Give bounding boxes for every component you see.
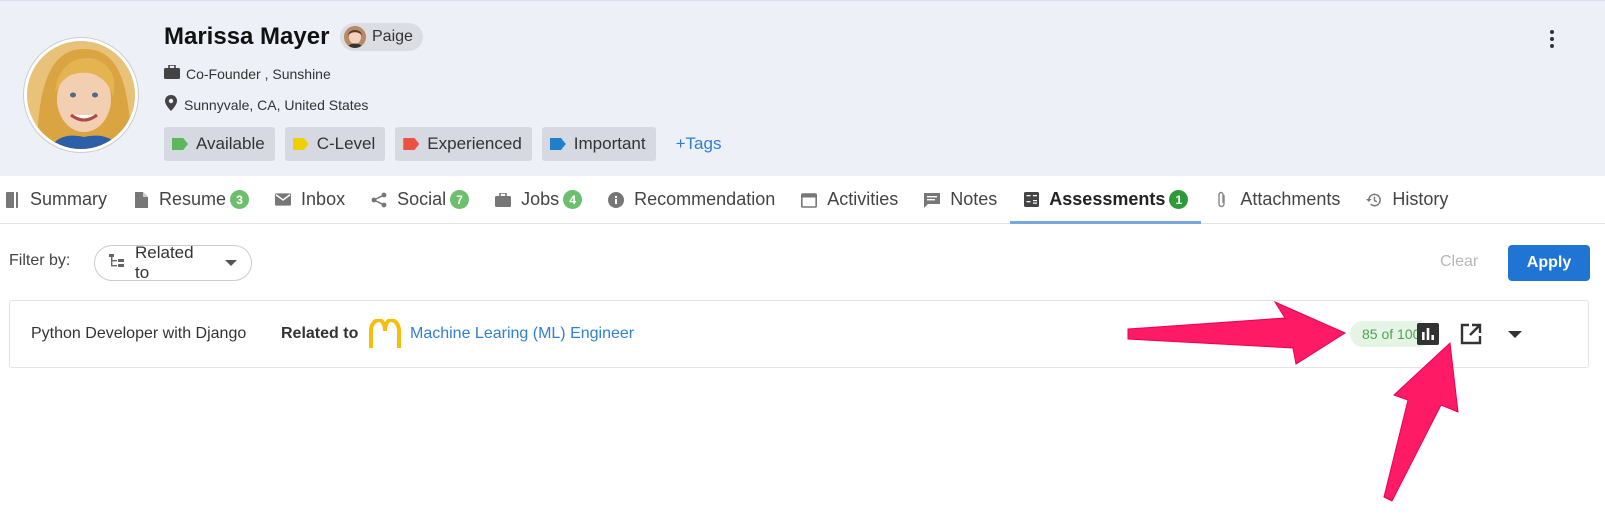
tag-list: Available C-Level Experienced Important …	[164, 127, 721, 161]
location-text: Sunnyvale, CA, United States	[184, 96, 369, 113]
tab-summary[interactable]: Summary	[0, 176, 120, 223]
hierarchy-icon	[109, 253, 125, 273]
tag-label: Available	[196, 134, 265, 153]
location-line: Sunnyvale, CA, United States	[164, 95, 368, 114]
tab-jobs[interactable]: Jobs 4	[482, 176, 595, 223]
profile-avatar	[24, 38, 138, 152]
more-vertical-icon	[1550, 30, 1554, 34]
book-icon	[4, 191, 20, 208]
calculator-icon	[1023, 192, 1039, 208]
tag-icon	[549, 138, 566, 150]
owner-name: Paige	[372, 28, 413, 45]
tag-label: Important	[573, 134, 646, 153]
tab-resume[interactable]: Resume 3	[120, 176, 262, 223]
related-to-label: Related to	[281, 325, 359, 342]
company-logo-icon	[369, 317, 401, 349]
add-tags-link[interactable]: +Tags	[676, 134, 722, 154]
mail-icon	[275, 192, 292, 208]
info-icon	[608, 191, 625, 208]
apply-button[interactable]: Apply	[1508, 245, 1590, 281]
caret-down-icon	[225, 260, 237, 266]
tab-activities[interactable]: Activities	[788, 176, 911, 223]
tag-important[interactable]: Important	[541, 127, 656, 161]
tab-badge: 1	[1169, 190, 1189, 209]
profile-header: Marissa Mayer Paige Co-Founder , Sunshin…	[0, 0, 1605, 176]
tab-badge: 3	[230, 190, 250, 209]
profile-tabs: Summary Resume 3 Inbox Social 7 Jobs 4 R…	[0, 176, 1605, 224]
filter-label: Filter by:	[9, 252, 71, 269]
paperclip-icon	[1214, 191, 1230, 208]
tab-assessments[interactable]: Assessments 1	[1010, 176, 1202, 224]
open-external-button[interactable]	[1458, 321, 1484, 347]
caret-down-icon	[1508, 330, 1522, 338]
tag-icon	[172, 138, 188, 150]
tab-label: Social	[397, 189, 447, 209]
tab-label: Inbox	[301, 189, 346, 209]
tab-social[interactable]: Social 7	[358, 176, 482, 223]
briefcase-icon	[495, 192, 512, 208]
tab-label: Assessments	[1049, 189, 1166, 209]
job-title: Co-Founder , Sunshine	[186, 65, 331, 82]
briefcase-icon	[164, 64, 180, 82]
tab-label: Attachments	[1240, 189, 1341, 209]
related-to-filter-dropdown[interactable]: Related to	[94, 243, 252, 282]
tag-available[interactable]: Available	[164, 127, 275, 161]
history-icon	[1366, 192, 1382, 208]
more-options-button[interactable]	[1540, 25, 1564, 53]
tab-label: Activities	[827, 189, 899, 209]
clear-button[interactable]: Clear	[1440, 253, 1478, 271]
tab-label: Summary	[30, 189, 108, 209]
tab-history[interactable]: History	[1353, 176, 1461, 223]
comment-icon	[924, 192, 941, 208]
document-icon	[133, 191, 149, 208]
job-line: Co-Founder , Sunshine	[164, 64, 331, 82]
expand-row-button[interactable]	[1502, 321, 1528, 347]
tag-icon	[292, 138, 309, 150]
assessment-title: Python Developer with Django	[31, 325, 247, 342]
tag-label: Experienced	[427, 134, 522, 153]
assessment-row: Python Developer with Django Related to …	[9, 300, 1589, 368]
tag-label: C-Level	[316, 134, 376, 153]
share-icon	[371, 192, 387, 208]
filter-selected-value: Related to	[135, 243, 194, 282]
tab-label: Notes	[950, 189, 998, 209]
candidate-name: Marissa Mayer	[164, 23, 330, 50]
calendar-icon	[801, 192, 818, 208]
bar-chart-icon	[1417, 323, 1439, 345]
tag-experienced[interactable]: Experienced	[395, 127, 532, 161]
tab-label: Recommendation	[634, 189, 776, 209]
report-button[interactable]	[1415, 321, 1441, 347]
tab-label: Jobs	[521, 189, 560, 209]
tab-badge: 4	[563, 190, 583, 209]
tab-notes[interactable]: Notes	[911, 176, 1010, 223]
owner-avatar	[344, 26, 366, 48]
tag-c-level[interactable]: C-Level	[284, 127, 386, 161]
tab-inbox[interactable]: Inbox	[262, 176, 358, 223]
tab-badge: 7	[450, 190, 470, 209]
tab-recommendation[interactable]: Recommendation	[595, 176, 788, 223]
external-link-icon	[1460, 323, 1482, 345]
tab-label: History	[1392, 189, 1449, 209]
related-job-link[interactable]: Machine Learing (ML) Engineer	[410, 325, 634, 343]
tab-attachments[interactable]: Attachments	[1201, 176, 1353, 223]
tag-icon	[403, 138, 420, 150]
tab-label: Resume	[159, 189, 227, 209]
owner-chip[interactable]: Paige	[340, 23, 423, 51]
location-pin-icon	[164, 95, 178, 114]
